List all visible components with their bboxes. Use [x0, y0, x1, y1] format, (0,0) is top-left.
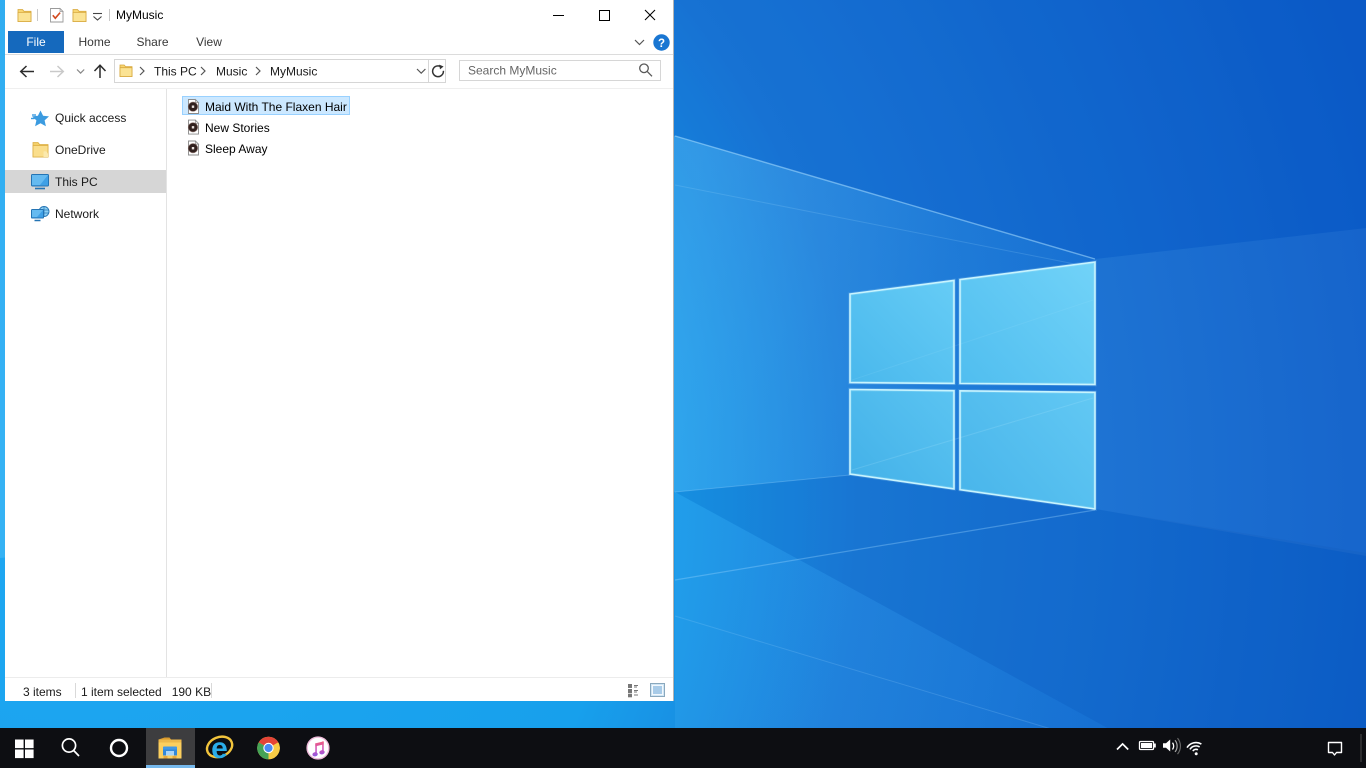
svg-text:e: e: [211, 732, 228, 765]
svg-text:MyMusic: MyMusic: [116, 8, 163, 22]
svg-text:Search MyMusic: Search MyMusic: [468, 64, 557, 78]
svg-text:This PC: This PC: [154, 65, 197, 79]
svg-text:Music: Music: [216, 65, 247, 79]
svg-text:MyMusic: MyMusic: [270, 65, 317, 79]
svg-text:OneDrive: OneDrive: [55, 143, 106, 157]
svg-text:Network: Network: [55, 207, 100, 221]
svg-text:Quick access: Quick access: [55, 111, 126, 125]
svg-text:This PC: This PC: [55, 175, 98, 189]
svg-text:?: ?: [658, 38, 665, 50]
